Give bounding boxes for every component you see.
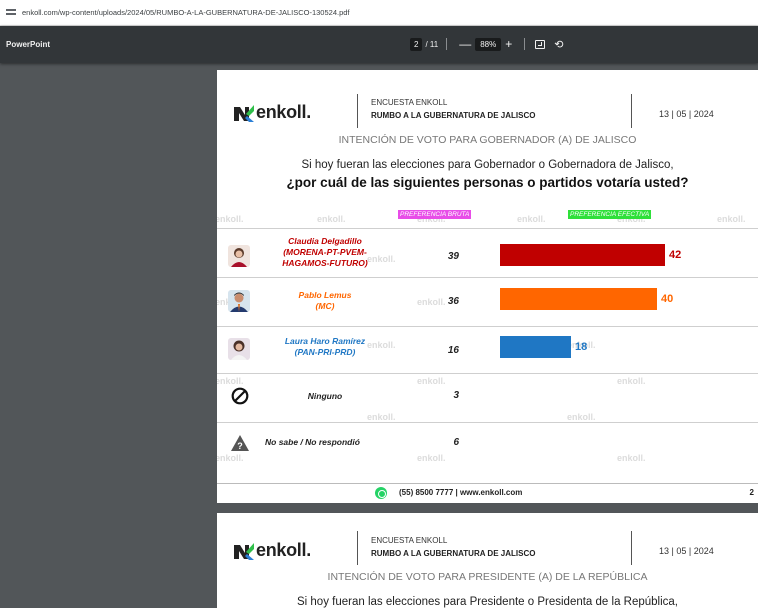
row-divider	[217, 228, 758, 229]
row-divider	[217, 277, 758, 278]
whatsapp-icon	[375, 487, 387, 499]
toolbar-divider	[446, 38, 448, 50]
zoom-out-button[interactable]: —	[459, 38, 471, 50]
candidate-photo	[228, 290, 250, 312]
candidate-photo	[228, 338, 250, 360]
watermark-text: enkoll.	[217, 214, 244, 224]
bruta-value: 39	[447, 251, 459, 262]
page-number-input[interactable]: 2	[410, 37, 423, 51]
watermark-text: enkoll.	[217, 453, 244, 463]
efectiva-bar	[500, 244, 665, 266]
watermark-text: enkoll.	[367, 412, 396, 422]
watermark-text: enkoll.	[617, 453, 646, 463]
efectiva-value: 42	[669, 249, 682, 261]
survey-date: 13 | 05 | 2024	[659, 546, 714, 556]
watermark-text: enkoll.	[217, 376, 244, 386]
toolbar-controls: 2 / 11 — 88% + ⟲	[410, 36, 563, 52]
divider	[631, 531, 632, 565]
divider	[631, 94, 632, 128]
efectiva-bar	[500, 336, 571, 358]
survey-date: 13 | 05 | 2024	[659, 109, 714, 119]
question-line-2: ¿por cuál de las siguientes personas o p…	[286, 175, 689, 190]
zoom-in-button[interactable]: +	[505, 38, 512, 50]
rotate-icon[interactable]: ⟲	[554, 38, 563, 51]
url-text[interactable]: enkoll.com/wp-content/uploads/2024/05/RU…	[22, 8, 350, 17]
svg-text:?: ?	[237, 441, 243, 451]
watermark-text: enkoll.	[517, 214, 546, 224]
bruta-value: 6	[453, 437, 459, 448]
fit-page-icon[interactable]	[535, 39, 546, 49]
watermark-text: enkoll.	[317, 214, 346, 224]
question-line-1: Si hoy fueran las elecciones para Presid…	[296, 596, 678, 608]
page-title: INTENCIÓN DE VOTO PARA PRESIDENTE (A) DE…	[327, 571, 648, 583]
pdf-toolbar: PowerPoint 2 / 11 — 88% + ⟲	[0, 26, 758, 63]
enkoll-logo-mark-icon	[234, 542, 254, 560]
row-divider	[217, 373, 758, 374]
bruta-value: 36	[447, 296, 459, 307]
survey-subtitle: RUMBO A LA GUBERNATURA DE JALISCO	[371, 549, 536, 558]
divider	[357, 94, 358, 128]
logo-text: enkoll.	[256, 540, 311, 560]
divider	[357, 531, 358, 565]
survey-label: ENCUESTA ENKOLL	[371, 98, 448, 107]
page-total: / 11	[425, 39, 439, 49]
warning-icon: ?	[231, 435, 249, 451]
prohibited-icon	[231, 387, 249, 405]
efectiva-value: 18	[575, 341, 588, 353]
candidate-name: Pablo Lemus (MC)	[298, 290, 352, 311]
option-label: Ninguno	[307, 391, 343, 401]
option-label: No sabe / No respondió	[265, 437, 360, 447]
pdf-page-3: enkoll. ENCUESTA ENKOLL RUMBO A LA GUBER…	[217, 513, 758, 608]
candidate-name: Claudia Delgadillo (MORENA-PT-PVEM- HAGA…	[282, 236, 368, 268]
row-divider	[217, 422, 758, 423]
page-number: 2	[749, 488, 754, 497]
toolbar-divider	[524, 38, 526, 50]
page-title: INTENCIÓN DE VOTO PARA GOBERNADOR (A) DE…	[338, 134, 637, 146]
survey-label: ENCUESTA ENKOLL	[371, 536, 448, 545]
survey-subtitle: RUMBO A LA GUBERNATURA DE JALISCO	[371, 111, 536, 120]
enkoll-logo-mark-icon	[234, 104, 254, 122]
site-info-icon[interactable]	[6, 8, 16, 17]
document-title: PowerPoint	[6, 40, 51, 49]
enkoll-logo: enkoll.	[233, 102, 311, 123]
efectiva-bar	[500, 288, 657, 310]
zoom-level-input[interactable]: 88%	[475, 37, 502, 51]
header-preferencia-efectiva: PREFERENCIA EFECTIVA	[568, 210, 652, 219]
contact-info: (55) 8500 7777 | www.enkoll.com	[399, 488, 523, 497]
row-divider	[217, 326, 758, 327]
header-preferencia-bruta: PREFERENCIA BRUTA	[398, 210, 472, 219]
bruta-value: 3	[453, 390, 459, 401]
question-line-1: Si hoy fueran las elecciones para Gobern…	[301, 159, 674, 171]
watermark-text: enkoll.	[417, 453, 446, 463]
candidate-photo	[228, 245, 250, 267]
watermark-text: enkoll.	[617, 376, 646, 386]
watermark-text: enkoll.	[567, 412, 596, 422]
logo-text: enkoll.	[256, 102, 311, 122]
watermark-text: enkoll.	[717, 214, 746, 224]
address-bar[interactable]: enkoll.com/wp-content/uploads/2024/05/RU…	[0, 0, 758, 26]
page-footer: (55) 8500 7777 | www.enkoll.com 2	[217, 483, 758, 503]
efectiva-value: 40	[661, 293, 674, 305]
pdf-page-2: enkoll. ENCUESTA ENKOLL RUMBO A LA GUBER…	[217, 70, 758, 503]
watermark-text: enkoll.	[417, 376, 446, 386]
bruta-value: 16	[447, 345, 459, 356]
candidate-name: Laura Haro Ramírez (PAN-PRI-PRD)	[284, 336, 366, 357]
enkoll-logo: enkoll.	[233, 540, 311, 561]
